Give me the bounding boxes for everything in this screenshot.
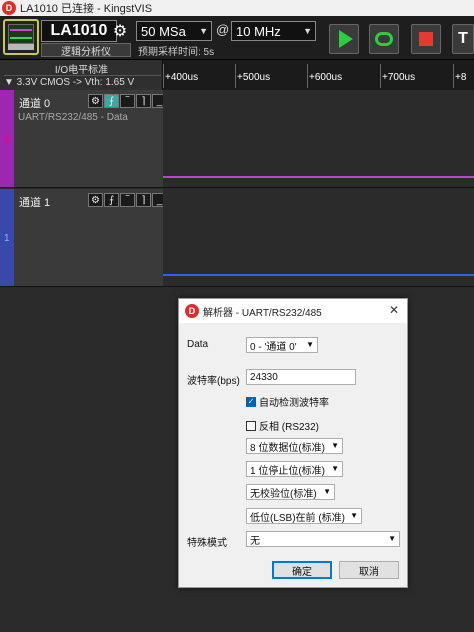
cancel-button[interactable]: 取消 [339,561,399,579]
channel-1-index: 1 [4,233,10,244]
chevron-down-icon: ▼ [199,26,208,36]
timeline-tick: +400us [163,64,198,88]
channel-1-panel[interactable]: 1 通道 1 ⚙ ⨍ ‾ ⌉ _ [0,189,167,287]
channel-0-name[interactable]: 通道 0 [19,95,50,111]
channel-1-color-strip: 1 [0,189,14,286]
channel-0-waveform[interactable] [163,90,474,188]
dialog-title: 解析器 - UART/RS232/485 [203,307,322,319]
io-standard-panel: I/O电平标准 ▼ 3.3V CMOS -> Vth: 1.65 V [0,60,163,90]
rising-edge-trigger-icon[interactable]: ⨍ [104,94,119,108]
start-button[interactable] [329,24,359,54]
chevron-down-icon: ▼ [306,340,314,349]
sample-count-value: 50 MSa [141,23,186,39]
toolbar: LA1010 ⚙ 逻辑分析仪 50 MSa ▼ @ 10 MHz ▼ 预期采样时… [0,16,474,60]
stop-icon [419,32,433,46]
invert-label: 反相 (RS232) [259,422,320,433]
chevron-down-icon: ▼ [331,464,339,473]
dialog-titlebar[interactable]: D 解析器 - UART/RS232/485 ✕ [179,299,407,323]
channel-0-color-strip: 0 [0,90,14,187]
loop-button[interactable] [369,24,399,54]
bit-order-select[interactable]: 低位(LSB)在前 (标准) ▼ [246,508,362,524]
device-name[interactable]: LA1010 [41,20,117,42]
sample-count-select[interactable]: 50 MSa ▼ [136,21,212,41]
baud-rate-label: 波特率(bps) [187,376,240,387]
io-standard-select[interactable]: ▼ 3.3V CMOS -> Vth: 1.65 V [4,75,161,88]
channel-1-waveform[interactable] [163,189,474,287]
close-icon[interactable]: ✕ [389,303,399,317]
timeline-ruler[interactable]: +400us +500us +600us +700us +8 [163,60,474,90]
sample-rate-select[interactable]: 10 MHz ▼ [231,21,316,41]
io-standard-title: I/O电平标准 [54,65,109,76]
checkbox-empty-icon [246,420,256,431]
window-titlebar: D LA1010 已连接 - KingstVIS [0,0,474,16]
falling-edge-trigger-icon[interactable]: ⌉ [136,94,151,108]
baud-rate-input[interactable]: 24330 [246,369,356,385]
autodetect-baud-checkbox[interactable]: ✓ 自动检测波特率 [246,394,329,409]
channel-1-signal-line [163,274,474,276]
chevron-down-icon: ▼ [323,487,331,496]
play-icon [338,30,353,48]
channel-0-index: 0 [4,134,10,145]
data-bits-value: 8 位数据位(标准) [250,442,325,454]
channel-1-trigger-buttons: ⚙ ⨍ ‾ ⌉ _ [88,193,167,207]
chevron-down-icon: ▼ [331,441,339,450]
chevron-down-icon: ▼ [388,534,396,543]
terminal-button[interactable]: T [452,24,474,54]
parity-select[interactable]: 无校验位(标准) ▼ [246,484,335,500]
timeline-tick: +600us [307,64,342,88]
device-base-icon [8,44,34,50]
chevron-down-icon: ▼ [303,26,312,36]
autodetect-baud-label: 自动检测波特率 [259,398,329,409]
chevron-down-icon: ▼ [350,511,358,520]
channel-settings-gear-icon[interactable]: ⚙ [88,193,103,207]
loop-icon [375,32,393,46]
rising-edge-trigger-icon[interactable]: ⨍ [104,193,119,207]
checkmark-icon: ✓ [246,396,256,407]
invert-checkbox[interactable]: 反相 (RS232) [246,418,319,433]
stop-button[interactable] [411,24,441,54]
data-bits-select[interactable]: 8 位数据位(标准) ▼ [246,438,343,454]
channel-1-name[interactable]: 通道 1 [19,194,50,210]
window-title: LA1010 已连接 - KingstVIS [20,3,153,15]
channel-0-signal-line [163,176,474,178]
channel-0-decoder-label[interactable]: UART/RS232/485 - Data [18,112,128,123]
channel-0-panel[interactable]: 0 通道 0 ⚙ ⨍ ‾ ⌉ _ UART/RS232/485 - Data [0,90,167,188]
device-subtitle: 逻辑分析仪 [41,43,131,58]
device-settings-gear-icon[interactable]: ⚙ [110,20,130,42]
stop-bits-select[interactable]: 1 位停止位(标准) ▼ [246,461,343,477]
timeline-tick: +8 [453,64,466,88]
waveform-icon [10,29,32,39]
special-mode-select[interactable]: 无 ▼ [246,531,400,547]
special-mode-value: 无 [250,535,260,547]
timeline-tick: +700us [380,64,415,88]
stop-bits-value: 1 位停止位(标准) [250,465,325,477]
data-channel-select[interactable]: 0 - '通道 0' ▼ [246,337,318,353]
sample-rate-value: 10 MHz [236,23,281,39]
device-icon[interactable] [3,19,39,55]
data-channel-value: 0 - '通道 0' [250,341,297,353]
terminal-icon: T [458,30,468,47]
high-level-trigger-icon[interactable]: ‾ [120,94,135,108]
ok-button[interactable]: 确定 [272,561,332,579]
bit-order-value: 低位(LSB)在前 (标准) [250,512,345,524]
data-channel-label: Data [187,339,209,350]
special-mode-label: 特殊模式 [187,538,227,549]
channel-0-trigger-buttons: ⚙ ⨍ ‾ ⌉ _ [88,94,167,108]
timeline-tick: +500us [235,64,270,88]
channel-settings-gear-icon[interactable]: ⚙ [88,94,103,108]
parity-value: 无校验位(标准) [250,488,317,500]
app-logo-icon: D [185,304,199,318]
falling-edge-trigger-icon[interactable]: ⌉ [136,193,151,207]
estimated-time: 预期采样时间: 5s [138,47,215,58]
at-separator: @ [216,22,230,37]
high-level-trigger-icon[interactable]: ‾ [120,193,135,207]
decoder-dialog: D 解析器 - UART/RS232/485 ✕ Data 0 - '通道 0'… [178,298,408,588]
app-logo-icon: D [2,1,16,15]
